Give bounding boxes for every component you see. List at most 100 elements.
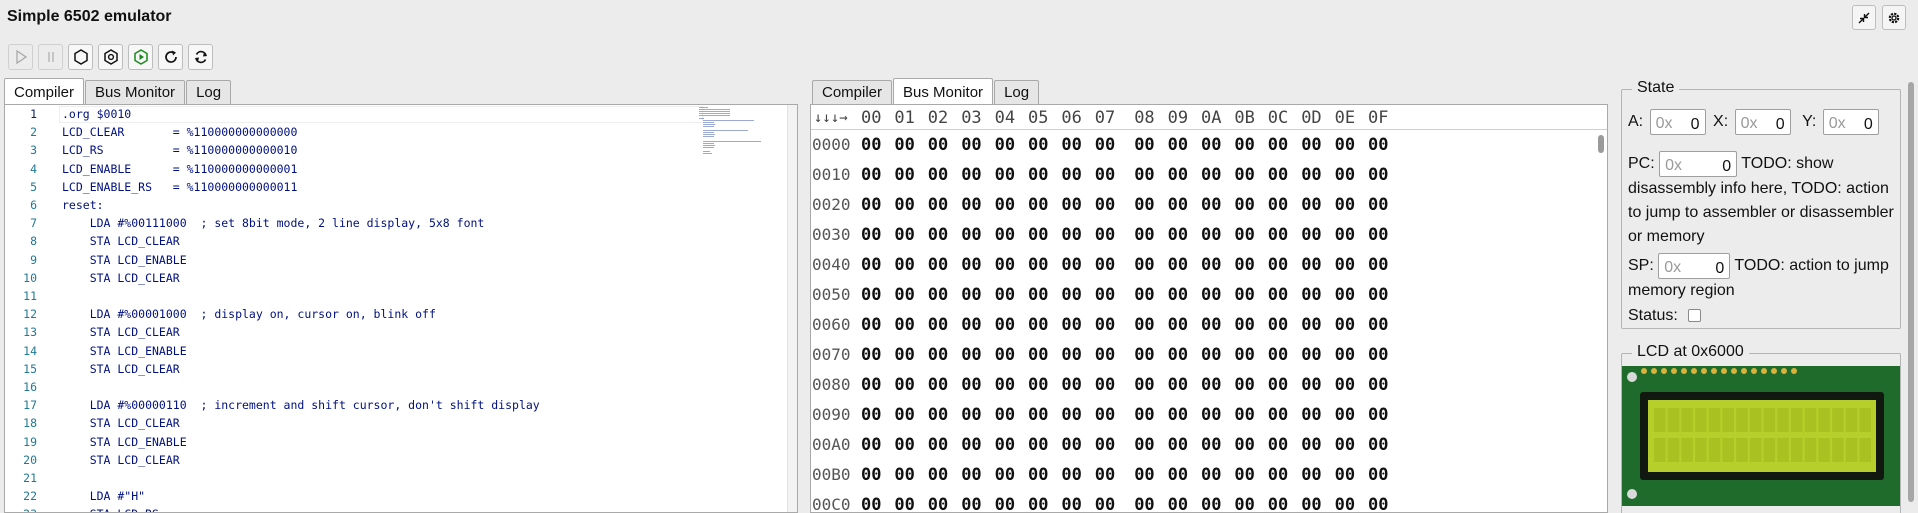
memory-cell[interactable]: 00 — [1201, 195, 1221, 215]
memory-cell[interactable]: 00 — [1095, 435, 1115, 455]
code-line[interactable]: LDA #%00111000 ; set 8bit mode, 2 line d… — [62, 216, 485, 230]
memory-cell[interactable]: 00 — [1134, 345, 1154, 365]
memory-cell[interactable]: 00 — [861, 165, 881, 185]
tab-bus-monitor[interactable]: Bus Monitor — [85, 80, 186, 105]
code-line[interactable]: LDA #%00000110 ; increment and shift cur… — [62, 398, 540, 412]
step-button[interactable] — [68, 44, 93, 70]
memory-cell[interactable]: 00 — [1201, 435, 1221, 455]
memory-cell[interactable]: 00 — [861, 375, 881, 395]
memory-cell[interactable]: 00 — [861, 255, 881, 275]
memory-cell[interactable]: 00 — [961, 375, 981, 395]
code-line[interactable]: STA LCD_CLEAR — [62, 362, 180, 376]
memory-cell[interactable]: 00 — [1234, 285, 1254, 305]
memory-cell[interactable]: 00 — [1234, 495, 1254, 512]
memory-cell[interactable]: 00 — [995, 345, 1015, 365]
memory-cell[interactable]: 00 — [1234, 345, 1254, 365]
editor-scrollbar[interactable] — [787, 105, 797, 512]
memory-cell[interactable]: 00 — [1368, 165, 1388, 185]
memory-cell[interactable]: 00 — [1201, 495, 1221, 512]
memory-cell[interactable]: 00 — [928, 225, 948, 245]
monitor-scrollbar[interactable] — [1596, 133, 1605, 512]
code-line[interactable]: LCD_CLEAR = %110000000000000 — [62, 125, 297, 139]
memory-cell[interactable]: 00 — [861, 135, 881, 155]
memory-cell[interactable]: 00 — [961, 435, 981, 455]
memory-cell[interactable]: 00 — [1301, 375, 1321, 395]
status-checkbox[interactable] — [1688, 309, 1702, 323]
memory-cell[interactable]: 00 — [961, 285, 981, 305]
memory-cell[interactable]: 00 — [1061, 495, 1081, 512]
memory-cell[interactable]: 00 — [1368, 225, 1388, 245]
memory-cell[interactable]: 00 — [1268, 255, 1288, 275]
memory-cell[interactable]: 00 — [1301, 345, 1321, 365]
memory-cell[interactable]: 00 — [995, 225, 1015, 245]
memory-cell[interactable]: 00 — [1095, 165, 1115, 185]
memory-cell[interactable]: 00 — [1268, 135, 1288, 155]
memory-cell[interactable]: 00 — [1268, 225, 1288, 245]
memory-cell[interactable]: 00 — [1368, 285, 1388, 305]
memory-cell[interactable]: 00 — [1335, 135, 1355, 155]
memory-cell[interactable]: 00 — [961, 495, 981, 512]
memory-cell[interactable]: 00 — [1368, 435, 1388, 455]
memory-cell[interactable]: 00 — [928, 195, 948, 215]
memory-cell[interactable]: 00 — [961, 255, 981, 275]
memory-cell[interactable]: 00 — [1301, 285, 1321, 305]
memory-cell[interactable]: 00 — [894, 285, 914, 305]
memory-cell[interactable]: 00 — [1134, 165, 1154, 185]
memory-cell[interactable]: 00 — [1268, 315, 1288, 335]
memory-cell[interactable]: 00 — [1095, 255, 1115, 275]
play-button[interactable] — [8, 44, 33, 70]
memory-cell[interactable]: 00 — [1168, 435, 1188, 455]
memory-cell[interactable]: 00 — [1335, 225, 1355, 245]
memory-cell[interactable]: 00 — [1168, 225, 1188, 245]
memory-cell[interactable]: 00 — [861, 465, 881, 485]
memory-cell[interactable]: 00 — [995, 135, 1015, 155]
memory-cell[interactable]: 00 — [1061, 255, 1081, 275]
tab-log[interactable]: Log — [994, 80, 1040, 105]
memory-cell[interactable]: 00 — [995, 495, 1015, 512]
memory-cell[interactable]: 00 — [861, 495, 881, 512]
memory-cell[interactable]: 00 — [928, 165, 948, 185]
memory-cell[interactable]: 00 — [1301, 465, 1321, 485]
memory-cell[interactable]: 00 — [961, 165, 981, 185]
x-register-input[interactable]: 0x 0 — [1734, 109, 1791, 135]
pc-register-input[interactable]: 0x 0 — [1659, 151, 1738, 177]
memory-cell[interactable]: 00 — [1234, 225, 1254, 245]
memory-cell[interactable]: 00 — [1168, 465, 1188, 485]
memory-cell[interactable]: 00 — [1028, 195, 1048, 215]
memory-cell[interactable]: 00 — [995, 165, 1015, 185]
memory-cell[interactable]: 00 — [1201, 255, 1221, 275]
memory-cell[interactable]: 00 — [995, 465, 1015, 485]
memory-cell[interactable]: 00 — [1168, 405, 1188, 425]
code-line[interactable]: STA LCD_CLEAR — [62, 453, 180, 467]
memory-cell[interactable]: 00 — [1095, 285, 1115, 305]
memory-cell[interactable]: 00 — [1335, 495, 1355, 512]
memory-cell[interactable]: 00 — [1134, 285, 1154, 305]
reset-button[interactable] — [158, 44, 183, 70]
memory-cell[interactable]: 00 — [1168, 165, 1188, 185]
memory-cell[interactable]: 00 — [995, 255, 1015, 275]
memory-cell[interactable]: 00 — [928, 375, 948, 395]
memory-cell[interactable]: 00 — [961, 225, 981, 245]
code-line[interactable]: LDA #"H" — [62, 489, 145, 503]
memory-cell[interactable]: 00 — [1301, 405, 1321, 425]
memory-cell[interactable]: 00 — [894, 315, 914, 335]
tab-compiler[interactable]: Compiler — [812, 80, 893, 105]
memory-cell[interactable]: 00 — [1028, 495, 1048, 512]
memory-cell[interactable]: 00 — [1061, 225, 1081, 245]
memory-cell[interactable]: 00 — [894, 225, 914, 245]
tab-bus-monitor[interactable]: Bus Monitor — [893, 78, 994, 106]
memory-cell[interactable]: 00 — [1061, 285, 1081, 305]
memory-cell[interactable]: 00 — [1134, 405, 1154, 425]
memory-cell[interactable]: 00 — [1061, 345, 1081, 365]
memory-cell[interactable]: 00 — [1095, 315, 1115, 335]
memory-cell[interactable]: 00 — [1234, 435, 1254, 455]
memory-cell[interactable]: 00 — [1028, 405, 1048, 425]
y-register-input[interactable]: 0x 0 — [1822, 109, 1879, 135]
memory-cell[interactable]: 00 — [1095, 225, 1115, 245]
memory-cell[interactable]: 00 — [995, 195, 1015, 215]
memory-cell[interactable]: 00 — [861, 405, 881, 425]
code-line[interactable]: LCD_ENABLE_RS = %110000000000011 — [62, 180, 297, 194]
memory-cell[interactable]: 00 — [928, 315, 948, 335]
memory-cell[interactable]: 00 — [1268, 375, 1288, 395]
memory-cell[interactable]: 00 — [1201, 405, 1221, 425]
